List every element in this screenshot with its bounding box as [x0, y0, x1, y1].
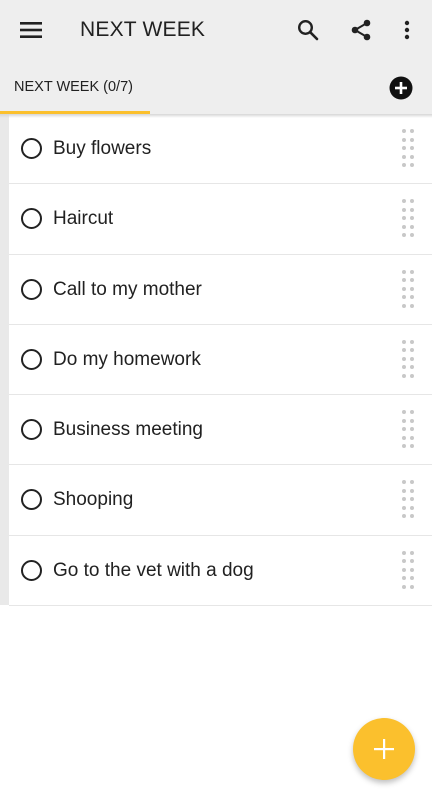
task-label: Call to my mother — [53, 278, 202, 300]
task-checkbox[interactable] — [21, 559, 42, 581]
task-list: Buy flowers Haircut Call to my mother Do my… — [0, 114, 432, 607]
task-label: Do my homework — [53, 348, 201, 370]
tab-next-week[interactable]: NEXT WEEK (0/7) — [0, 62, 150, 114]
drag-handle-icon[interactable] — [402, 410, 416, 450]
page-title: NEXT WEEK — [80, 18, 206, 41]
task-checkbox[interactable] — [21, 278, 42, 300]
plus-icon — [374, 739, 394, 759]
list-item[interactable]: Do my homework — [9, 324, 432, 396]
task-checkbox[interactable] — [21, 208, 42, 230]
drag-handle-icon[interactable] — [402, 550, 416, 591]
drag-handle-icon[interactable] — [402, 269, 416, 310]
tab-bar: NEXT WEEK (0/7) — [0, 62, 432, 114]
drag-handle-icon[interactable] — [402, 480, 416, 520]
drag-handle-icon[interactable] — [402, 129, 416, 169]
share-icon[interactable] — [346, 15, 376, 45]
list-item[interactable]: Business meeting — [9, 395, 432, 466]
task-label: Go to the vet with a dog — [53, 559, 254, 581]
list-item[interactable]: Buy flowers — [9, 114, 432, 185]
add-circle-icon[interactable] — [388, 75, 414, 101]
list-item[interactable]: Haircut — [9, 184, 432, 255]
drag-handle-icon[interactable] — [402, 199, 416, 239]
search-icon[interactable] — [293, 15, 323, 45]
list-item[interactable]: Shooping — [9, 465, 432, 536]
more-vert-icon[interactable] — [392, 15, 422, 45]
app-bar: NEXT WEEK — [0, 0, 432, 62]
list-item[interactable]: Go to the vet with a dog — [9, 535, 432, 607]
task-label: Buy flowers — [53, 138, 152, 159]
task-label: Business meeting — [53, 419, 203, 441]
tab-label: NEXT WEEK (0/7) — [14, 79, 133, 95]
menu-icon[interactable] — [16, 15, 46, 45]
task-label: Haircut — [53, 208, 114, 230]
list-item[interactable]: Call to my mother — [9, 254, 432, 325]
task-checkbox[interactable] — [21, 489, 42, 511]
add-task-button[interactable] — [353, 718, 415, 780]
task-checkbox[interactable] — [21, 419, 42, 441]
task-checkbox[interactable] — [21, 348, 42, 370]
task-checkbox[interactable] — [21, 138, 42, 159]
drag-handle-icon[interactable] — [402, 339, 416, 380]
task-label: Shooping — [53, 489, 134, 511]
